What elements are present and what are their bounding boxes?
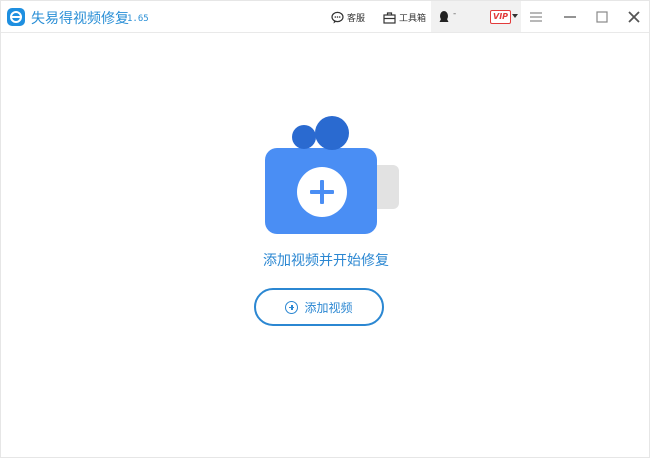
penguin-icon bbox=[439, 11, 449, 22]
chat-icon bbox=[331, 11, 344, 23]
toolbox-label: 工具箱 bbox=[399, 13, 427, 24]
account-area[interactable]: - VIP bbox=[431, 1, 521, 32]
add-video-prompt: 添加视频并开始修复 bbox=[263, 253, 389, 269]
account-name: - bbox=[453, 9, 457, 19]
camera-reel-large bbox=[315, 116, 349, 150]
toolbox-button[interactable]: 工具箱 bbox=[383, 10, 426, 24]
add-video-button[interactable]: 添加视频 bbox=[254, 288, 384, 326]
toolbox-icon bbox=[383, 11, 396, 24]
app-version: 1.65 bbox=[127, 14, 149, 24]
customer-service-label: 客服 bbox=[347, 13, 366, 24]
maximize-icon[interactable] bbox=[594, 9, 610, 25]
chevron-down-icon[interactable] bbox=[512, 14, 518, 18]
add-video-button-label: 添加视频 bbox=[304, 300, 353, 315]
camera-lens bbox=[375, 165, 399, 209]
add-plus-icon bbox=[297, 167, 347, 217]
vip-badge[interactable]: VIP bbox=[490, 10, 512, 24]
video-camera-add-icon[interactable] bbox=[265, 115, 401, 235]
app-logo-icon bbox=[7, 8, 25, 26]
app-title: 失易得视频修复 bbox=[31, 11, 129, 27]
close-icon[interactable] bbox=[626, 9, 642, 25]
app-window: 失易得视频修复 1.65 客服 工具箱 - VIP 添加视频并开始修复 添加视频 bbox=[0, 0, 650, 458]
camera-reel-small bbox=[292, 125, 316, 149]
customer-service-button[interactable]: 客服 bbox=[331, 10, 365, 24]
plus-circle-icon bbox=[285, 300, 299, 314]
minimize-icon[interactable] bbox=[562, 9, 578, 25]
title-bar: 失易得视频修复 1.65 客服 工具箱 - VIP bbox=[1, 1, 649, 33]
menu-icon[interactable] bbox=[528, 9, 544, 25]
